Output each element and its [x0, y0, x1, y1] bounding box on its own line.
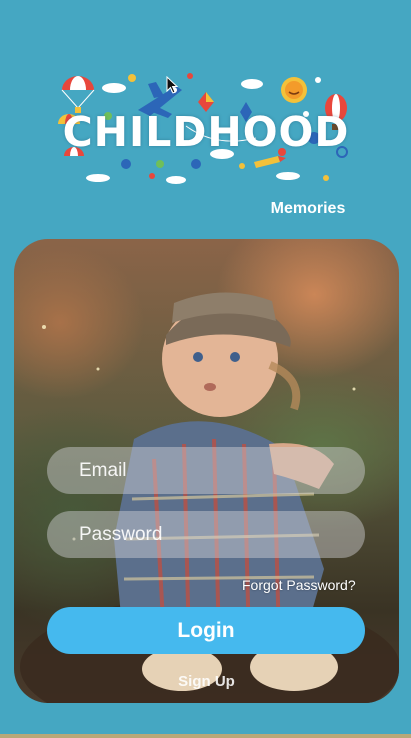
bottom-edge	[0, 734, 411, 738]
sun-icon	[281, 77, 307, 103]
brand-title: CHILDHOOD	[62, 108, 350, 156]
login-button-label: Login	[177, 618, 235, 642]
login-button[interactable]: Login	[47, 607, 365, 654]
email-input[interactable]	[47, 447, 365, 494]
sign-up-link[interactable]: Sign Up	[14, 673, 399, 690]
mouse-cursor-icon	[166, 76, 178, 94]
login-card: Forgot Password? Login Sign Up	[14, 239, 399, 703]
brand-tagline: Memories	[270, 200, 346, 217]
childhood-logo: CHILDHOOD	[56, 68, 356, 192]
password-input[interactable]	[47, 511, 365, 558]
rocket-icon	[254, 156, 286, 168]
forgot-password-link[interactable]: Forgot Password?	[242, 577, 356, 593]
